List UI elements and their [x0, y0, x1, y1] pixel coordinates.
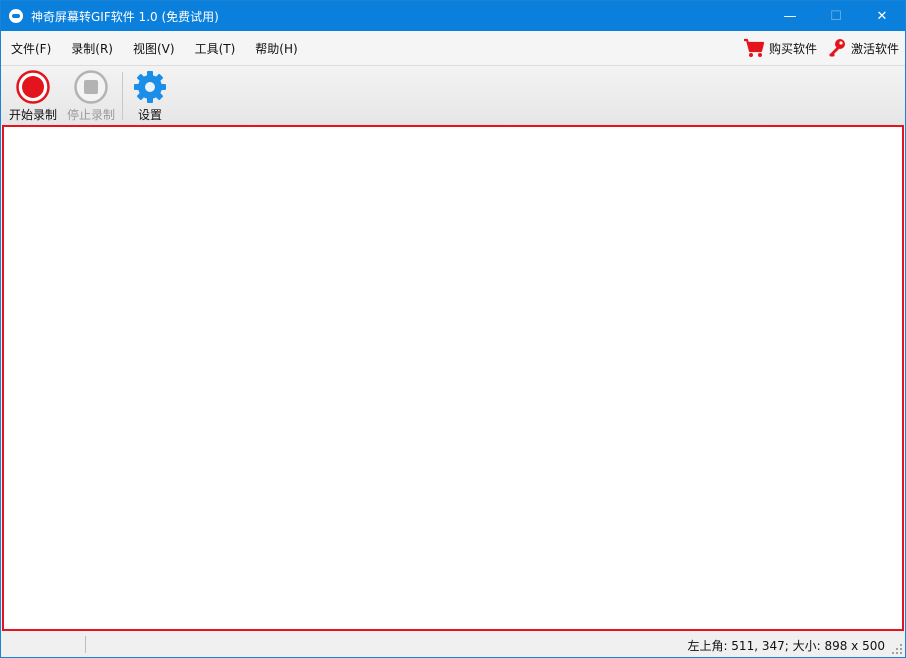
menu-bar: 文件(F) 录制(R) 视图(V) 工具(T) 帮助(H) 购买软件 激活软件	[1, 31, 905, 65]
title-bar[interactable]: 神奇屏幕转GIF软件 1.0 (免费试用) — ☐ ✕	[1, 1, 905, 31]
menu-tools[interactable]: 工具(T)	[185, 40, 246, 57]
region-info-text: 左上角: 511, 347; 大小: 898 x 500	[687, 639, 885, 653]
buy-software-link[interactable]: 购买软件	[743, 38, 817, 58]
menu-right-links: 购买软件 激活软件	[733, 31, 899, 65]
menu-record[interactable]: 录制(R)	[61, 40, 123, 57]
window-controls: — ☐ ✕	[767, 1, 905, 31]
settings-button[interactable]: 设置	[122, 70, 178, 124]
gear-icon	[134, 71, 166, 103]
menu-help[interactable]: 帮助(H)	[245, 40, 307, 57]
app-logo-icon	[9, 9, 23, 23]
minimize-button[interactable]: —	[767, 1, 813, 31]
resize-grip-icon[interactable]	[891, 643, 903, 655]
key-icon	[828, 39, 845, 57]
start-record-button[interactable]: 开始录制	[5, 70, 61, 124]
cart-icon	[743, 38, 765, 57]
maximize-button[interactable]: ☐	[813, 1, 859, 31]
window-title: 神奇屏幕转GIF软件 1.0 (免费试用)	[31, 9, 219, 24]
menu-file[interactable]: 文件(F)	[1, 40, 61, 57]
start-record-label: 开始录制	[8, 108, 57, 122]
activate-software-link[interactable]: 激活软件	[827, 38, 899, 58]
stop-record-button[interactable]: 停止录制	[63, 70, 119, 124]
status-separator	[85, 636, 86, 653]
stop-icon	[74, 70, 108, 104]
capture-region[interactable]	[2, 125, 904, 631]
activate-software-label: 激活软件	[850, 41, 899, 56]
menu-view[interactable]: 视图(V)	[123, 40, 185, 57]
close-button[interactable]: ✕	[859, 1, 905, 31]
app-window: 神奇屏幕转GIF软件 1.0 (免费试用) — ☐ ✕ 文件(F) 录制(R) …	[0, 0, 906, 658]
status-bar: 左上角: 511, 347; 大小: 898 x 500	[1, 632, 905, 657]
buy-software-label: 购买软件	[768, 41, 817, 56]
toolbar: 开始录制 停止录制 设置	[1, 65, 905, 126]
stop-record-label: 停止录制	[66, 108, 115, 122]
settings-label: 设置	[137, 108, 162, 122]
record-icon	[16, 70, 50, 104]
